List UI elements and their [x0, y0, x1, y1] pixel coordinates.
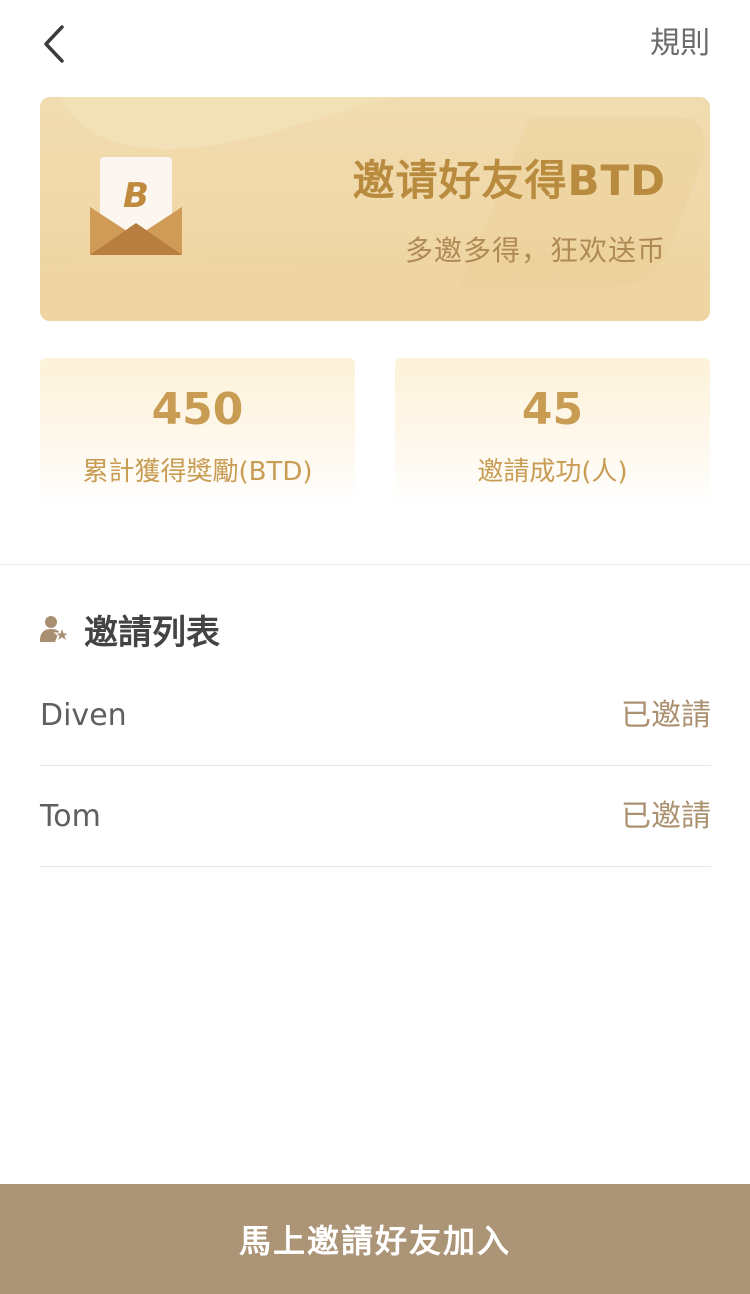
top-nav-bar: 規則: [0, 0, 750, 90]
invite-friends-button[interactable]: 馬上邀請好友加入: [0, 1184, 750, 1294]
user-star-icon: [40, 616, 70, 643]
invite-list: Diven 已邀請 Tom 已邀請: [40, 665, 711, 867]
stat-card-total-rewards: 450 累計獲得獎勵(BTD): [40, 358, 355, 508]
invite-status: 已邀請: [621, 698, 711, 733]
stat-label: 累計獲得獎勵(BTD): [82, 457, 313, 487]
banner-title: 邀请好友得BTD: [352, 156, 666, 205]
envelope-coin-icon: B: [90, 157, 182, 255]
invite-status: 已邀請: [621, 799, 711, 834]
invitee-name: Diven: [40, 698, 127, 733]
invite-list-header: 邀請列表: [40, 608, 220, 653]
svg-text:B: B: [123, 176, 149, 216]
chevron-left-icon: [44, 25, 64, 63]
invitee-name: Tom: [40, 799, 101, 834]
stat-card-successful-invites: 45 邀請成功(人): [395, 358, 710, 508]
section-divider: [0, 564, 750, 565]
list-item: Diven 已邀請: [40, 665, 711, 766]
back-button[interactable]: [32, 22, 76, 66]
invite-banner: B 邀请好友得BTD 多邀多得，狂欢送币: [40, 97, 710, 321]
banner-subtitle: 多邀多得，狂欢送币: [404, 234, 666, 267]
stat-label: 邀請成功(人): [477, 457, 628, 487]
invite-list-title: 邀請列表: [84, 612, 220, 653]
stat-value: 450: [151, 384, 244, 435]
list-item: Tom 已邀請: [40, 766, 711, 867]
rules-link[interactable]: 規則: [650, 24, 710, 64]
stat-value: 45: [521, 384, 584, 435]
